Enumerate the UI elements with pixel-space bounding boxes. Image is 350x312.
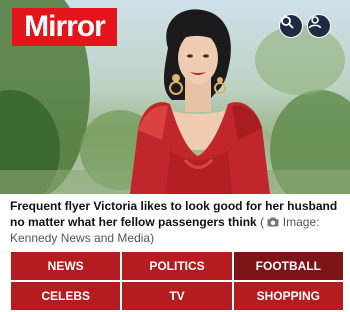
caption-open-paren: ( xyxy=(260,215,265,229)
image-caption: Frequent flyer Victoria likes to look go… xyxy=(10,198,342,246)
nav-shopping[interactable]: SHOPPING xyxy=(233,282,343,310)
nav-celebs[interactable]: CELEBS xyxy=(11,282,121,310)
section-nav: NEWS POLITICS FOOTBALL CELEBS TV SHOPPIN… xyxy=(11,252,343,310)
nav-football[interactable]: FOOTBALL xyxy=(233,252,343,280)
nav-tv[interactable]: TV xyxy=(122,282,232,310)
nav-news[interactable]: NEWS xyxy=(11,252,121,280)
nav-politics[interactable]: POLITICS xyxy=(122,252,232,280)
mirror-logo[interactable]: Mirror xyxy=(12,8,117,46)
user-icon xyxy=(308,16,322,29)
search-icon xyxy=(281,16,294,29)
camera-icon xyxy=(267,217,279,227)
account-button[interactable] xyxy=(307,14,331,38)
search-button[interactable] xyxy=(279,14,303,38)
hero-image: Mirror xyxy=(0,0,350,194)
